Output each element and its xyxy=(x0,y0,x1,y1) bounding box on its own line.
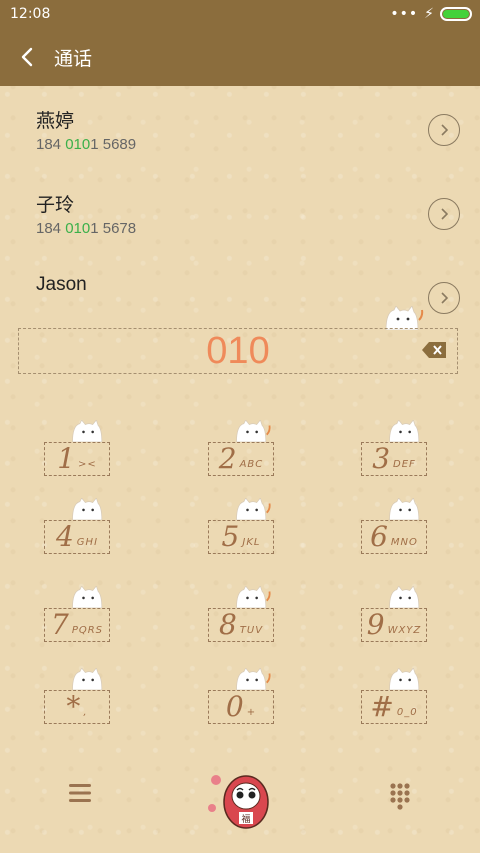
dialed-number-field[interactable]: 010 xyxy=(18,328,458,374)
cat-decoration-icon xyxy=(389,668,420,690)
contact-number: 184 0101 5689 xyxy=(36,136,137,153)
key-letters: , xyxy=(83,707,88,718)
cat-decoration-icon xyxy=(385,306,424,330)
page-title: 通话 xyxy=(54,47,93,70)
key-digit: 0 xyxy=(225,690,244,723)
cat-decoration-icon xyxy=(72,668,103,690)
cat-decoration-icon xyxy=(389,420,420,442)
bottom-bar: 福 xyxy=(0,760,480,830)
contact-number: 184 0101 5678 xyxy=(36,220,137,237)
key-1[interactable]: 1 >< xyxy=(44,442,110,476)
back-arrow-icon xyxy=(21,47,33,67)
menu-icon[interactable] xyxy=(68,782,92,804)
contact-detail-button[interactable] xyxy=(428,282,460,314)
contact-name: 子玲 xyxy=(36,194,75,216)
cat-decoration-icon xyxy=(72,498,103,520)
dialpad-icon[interactable] xyxy=(389,782,411,810)
cat-decoration-icon xyxy=(389,498,420,520)
contact-item[interactable]: Jason xyxy=(0,254,480,314)
contact-item[interactable]: 子玲 184 0101 5678 xyxy=(0,170,480,254)
key-digit: 3 xyxy=(372,442,391,475)
key-digit: 5 xyxy=(221,520,240,553)
key-letters: PQRS xyxy=(71,625,104,636)
status-icons: ••• ⚡ xyxy=(390,6,472,22)
key-letters: GHI xyxy=(76,537,99,548)
daruma-call-icon[interactable]: 福 xyxy=(206,768,276,830)
chevron-right-icon xyxy=(441,124,448,136)
contact-name: 燕婷 xyxy=(36,110,75,132)
battery-icon xyxy=(440,7,472,21)
key-9[interactable]: 9 WXYZ xyxy=(361,608,427,642)
status-time: 12:08 xyxy=(10,6,51,22)
key-6[interactable]: 6 MNO xyxy=(361,520,427,554)
cat-decoration-icon xyxy=(72,586,103,608)
key-letters: ABC xyxy=(239,459,264,470)
key-digit: 2 xyxy=(218,442,237,475)
key-digit: 6 xyxy=(370,520,388,553)
key-letters: DEF xyxy=(393,459,416,470)
key-letters: WXYZ xyxy=(387,625,422,636)
key-2[interactable]: 2 ABC xyxy=(208,442,274,476)
cat-decoration-icon xyxy=(236,586,271,608)
key-digit: 1 xyxy=(57,442,76,475)
key-7[interactable]: 7 PQRS xyxy=(44,608,110,642)
key-digit: # xyxy=(370,690,394,723)
backspace-icon[interactable] xyxy=(421,341,447,359)
key-3[interactable]: 3 DEF xyxy=(361,442,427,476)
cat-decoration-icon xyxy=(236,420,271,442)
contact-item[interactable]: 燕婷 184 0101 5689 xyxy=(0,86,480,170)
key-letters: TUV xyxy=(239,625,264,636)
key-digit: * xyxy=(66,690,81,723)
key-digit: 4 xyxy=(55,520,74,553)
key-letters: JKL xyxy=(242,537,261,548)
key-letters: 0_0 xyxy=(396,707,418,718)
key-4[interactable]: 4 GHI xyxy=(44,520,110,554)
contact-detail-button[interactable] xyxy=(428,114,460,146)
title-bar: 通话 xyxy=(0,28,480,86)
key-8[interactable]: 8 TUV xyxy=(208,608,274,642)
key-0[interactable]: 0 + xyxy=(208,690,274,724)
dialed-digits: 010 xyxy=(206,329,270,372)
cat-decoration-icon xyxy=(389,586,420,608)
key-letters: MNO xyxy=(390,537,418,548)
chevron-right-icon xyxy=(441,208,448,220)
contact-detail-button[interactable] xyxy=(428,198,460,230)
key-letters: + xyxy=(246,707,257,718)
status-bar: 12:08 ••• ⚡ xyxy=(0,0,480,28)
key-hash[interactable]: #0_0 xyxy=(361,690,427,724)
contact-name: Jason xyxy=(36,274,87,295)
charging-icon: ⚡ xyxy=(424,6,434,22)
key-letters: >< xyxy=(78,459,97,470)
svg-text:福: 福 xyxy=(241,813,250,825)
back-button[interactable] xyxy=(0,28,54,86)
key-digit: 8 xyxy=(218,608,237,641)
key-digit: 9 xyxy=(366,608,385,641)
cat-decoration-icon xyxy=(72,420,103,442)
signal-icon: ••• xyxy=(390,6,419,22)
cat-decoration-icon xyxy=(236,498,271,520)
key-digit: 7 xyxy=(50,608,69,641)
key-star[interactable]: *, xyxy=(44,690,110,724)
key-5[interactable]: 5 JKL xyxy=(208,520,274,554)
cat-decoration-icon xyxy=(236,668,271,690)
chevron-right-icon xyxy=(441,292,448,304)
